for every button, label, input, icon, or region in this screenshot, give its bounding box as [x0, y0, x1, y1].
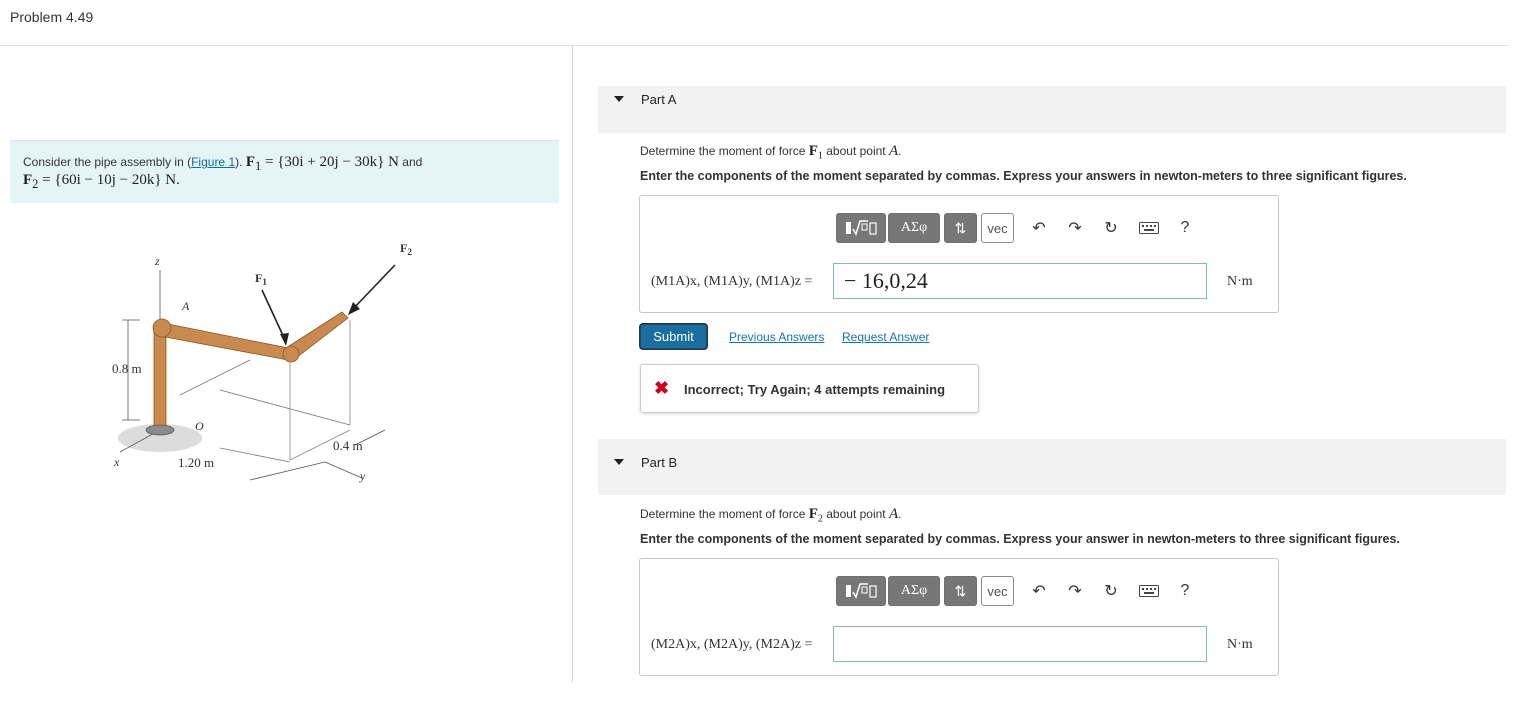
label-y: y [359, 469, 366, 483]
collapse-arrow-icon[interactable] [614, 96, 624, 102]
problem-intro-end: ). [235, 155, 243, 169]
part-a-answer-box: ΑΣφ ⇅ vec ↶ ↷ ↻ ? (M1A)x, (M1A)y, (M1A)z… [639, 195, 1279, 313]
part-a-label: Part A [641, 92, 677, 107]
feedback-message: Incorrect; Try Again; 4 attempts remaini… [684, 382, 946, 397]
label-o: O [195, 419, 204, 433]
label-f1: F1 [255, 271, 267, 287]
f1-expression: F1 = {30i + 20j − 30k} N [245, 154, 399, 173]
part-a-answer-label: (M1A)x, (M1A)y, (M1A)z = [651, 274, 813, 289]
dim-height-label: 0.8 m [112, 361, 142, 376]
f2-expression: F2 = {60i − 10j − 20k} N. [23, 172, 180, 191]
column-divider [572, 45, 573, 682]
label-f2: F2 [400, 241, 412, 257]
part-a-description: Determine the moment of force F1 about p… [640, 143, 902, 162]
dim-line-length [249, 461, 326, 481]
part-a-unit: N·m [1227, 274, 1253, 289]
dim-length-label: 1.20 m [178, 455, 214, 470]
sqrt-template-icon[interactable] [836, 576, 886, 606]
vec-button[interactable]: vec [981, 576, 1014, 606]
part-b-answer-input[interactable] [833, 626, 1207, 662]
part-a-header[interactable]: Part A [598, 86, 1506, 133]
problem-title: Problem 4.49 [10, 9, 94, 25]
keyboard-icon[interactable] [1137, 580, 1161, 602]
greek-button[interactable]: ΑΣφ [888, 213, 940, 243]
and-text: and [398, 155, 423, 169]
reset-icon[interactable]: ↻ [1099, 217, 1123, 239]
vertical-pipe [153, 329, 167, 429]
base-flange [145, 424, 175, 436]
problem-line-1: Consider the pipe assembly in (Figure 1)… [23, 154, 422, 174]
elbow-a [152, 318, 172, 338]
part-b-unit: N·m [1227, 637, 1253, 652]
help-button[interactable]: ? [1173, 580, 1197, 602]
problem-header: Problem 4.49 [0, 0, 1508, 46]
feedback-box: ✖ Incorrect; Try Again; 4 attempts remai… [640, 364, 979, 413]
label-z: z [154, 254, 160, 268]
keyboard-icon[interactable] [1137, 217, 1161, 239]
sqrt-template-icon[interactable] [836, 213, 886, 243]
undo-icon[interactable]: ↶ [1027, 217, 1051, 239]
label-x: x [113, 455, 120, 469]
request-answer-link[interactable]: Request Answer [842, 330, 929, 344]
y-axis [324, 461, 363, 479]
problem-statement: Consider the pipe assembly in (Figure 1)… [10, 140, 559, 203]
part-b-answer-box: ΑΣφ ⇅ vec ↶ ↷ ↻ ? (M2A)x, (M2A)y, (M2A)z… [639, 558, 1279, 676]
part-b-instructions: Enter the components of the moment separ… [640, 532, 1400, 546]
problem-intro: Consider the pipe assembly in ( [23, 155, 192, 169]
force-f2-arrow [351, 264, 396, 311]
undo-icon[interactable]: ↶ [1027, 580, 1051, 602]
help-button[interactable]: ? [1173, 217, 1197, 239]
vec-button[interactable]: vec [981, 213, 1014, 243]
greek-button[interactable]: ΑΣφ [888, 576, 940, 606]
problem-line-2: F2 = {60i − 10j − 20k} N. [23, 172, 180, 192]
part-b-answer-label: (M2A)x, (M2A)y, (M2A)z = [651, 637, 813, 652]
part-b-label: Part B [641, 455, 678, 470]
label-a: A [181, 299, 190, 313]
redo-icon[interactable]: ↷ [1063, 217, 1087, 239]
error-x-icon: ✖ [654, 378, 670, 398]
part-b-header[interactable]: Part B [598, 439, 1506, 495]
figure-link[interactable]: Figure 1 [191, 155, 235, 169]
reset-icon[interactable]: ↻ [1099, 580, 1123, 602]
previous-answers-link[interactable]: Previous Answers [729, 330, 824, 344]
collapse-arrow-icon[interactable] [614, 459, 624, 465]
up-down-arrows-icon[interactable]: ⇅ [944, 576, 977, 606]
elbow-bend [282, 345, 300, 363]
up-down-arrows-icon[interactable]: ⇅ [944, 213, 977, 243]
part-b-description: Determine the moment of force F2 about p… [640, 506, 902, 525]
horizontal-pipe [157, 321, 289, 361]
part-a-instructions: Enter the components of the moment separ… [640, 169, 1407, 183]
dim-offset-label: 0.4 m [333, 438, 363, 453]
pipe-assembly-figure: z A O x y F1 F2 0.8 m 1.20 m 0.4 m [112, 241, 412, 483]
redo-icon[interactable]: ↷ [1063, 580, 1087, 602]
submit-button[interactable]: Submit [640, 324, 707, 349]
part-a-answer-input[interactable]: − 16,0,24 [833, 263, 1207, 299]
